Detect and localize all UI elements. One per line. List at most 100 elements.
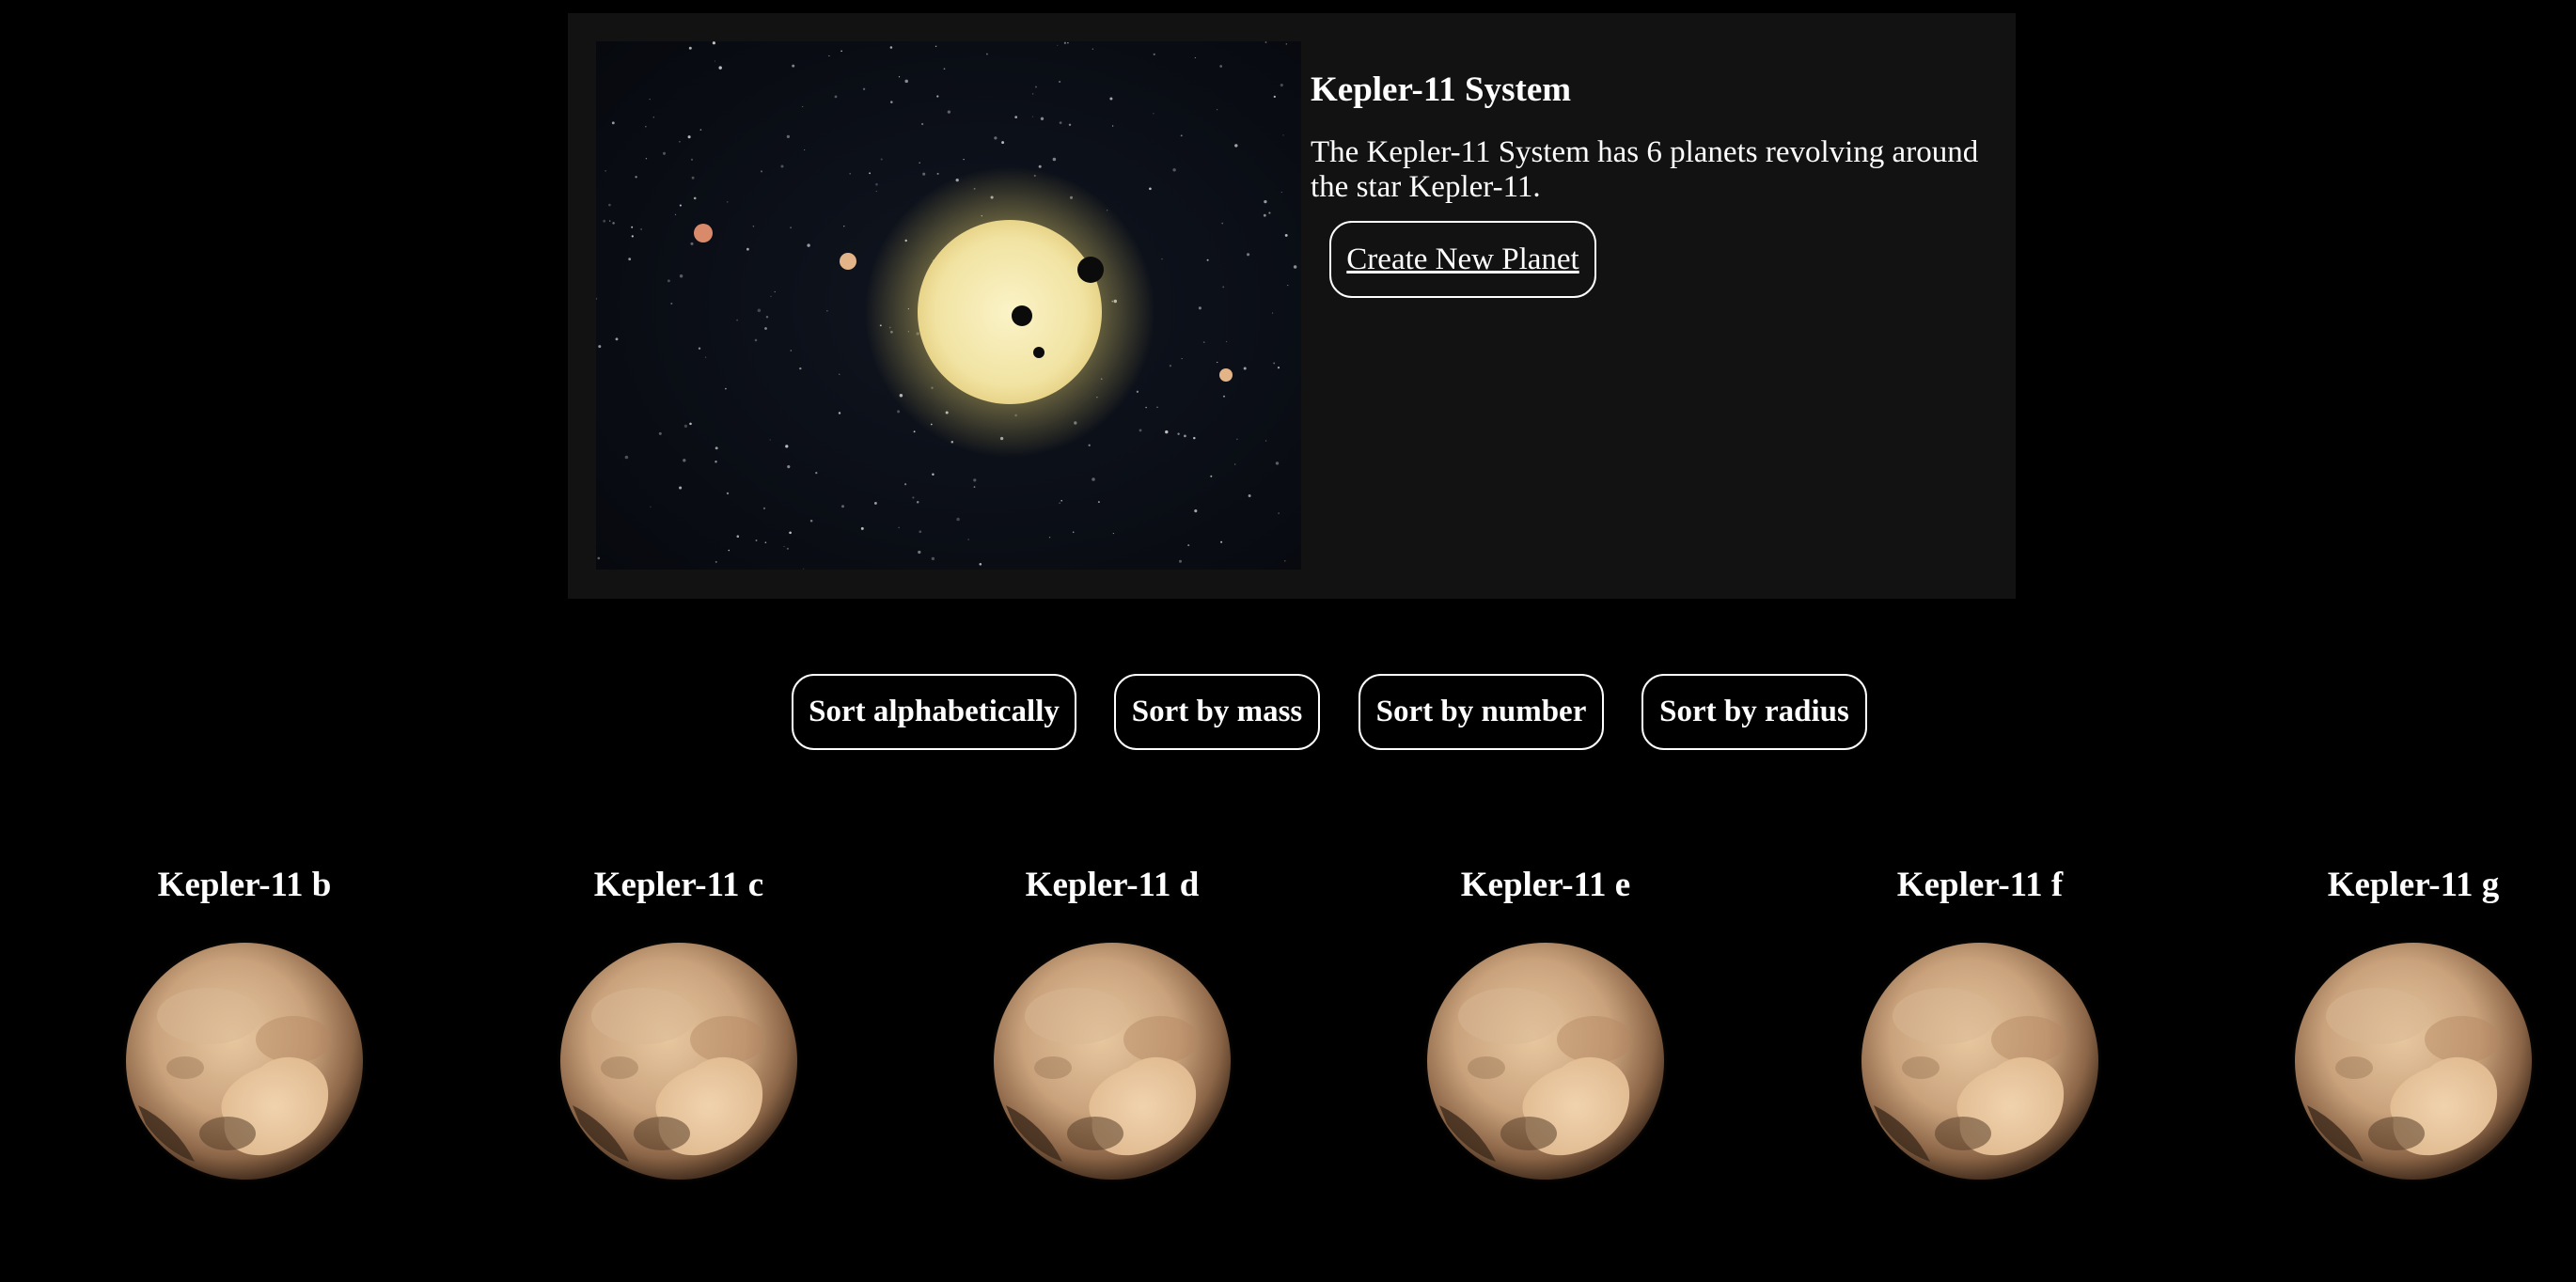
background-star <box>807 243 810 247</box>
background-star <box>640 228 642 230</box>
sort-by-mass-label: Sort by mass <box>1131 695 1303 728</box>
background-star <box>918 550 921 555</box>
background-star <box>726 492 730 495</box>
background-star <box>1278 512 1280 514</box>
sort-by-radius-button[interactable]: Sort by radius <box>1641 674 1867 750</box>
background-star <box>785 445 789 448</box>
background-star <box>841 505 844 508</box>
background-star <box>609 220 611 222</box>
background-star <box>890 101 893 103</box>
background-star <box>1273 362 1276 365</box>
background-star <box>931 556 935 561</box>
system-card: Kepler-11 System The Kepler-11 System ha… <box>568 13 2016 599</box>
sort-by-mass-button[interactable]: Sort by mass <box>1114 674 1320 750</box>
background-star <box>789 531 792 535</box>
create-new-planet-button[interactable]: Create New Planet <box>1329 221 1596 298</box>
background-star <box>1180 134 1183 137</box>
background-star <box>746 247 749 251</box>
background-star <box>1161 258 1163 260</box>
sort-alphabetically-label: Sort alphabetically <box>809 695 1060 728</box>
background-star <box>1282 134 1284 136</box>
background-star <box>898 76 901 78</box>
background-star <box>1111 125 1114 127</box>
background-star <box>1287 285 1289 287</box>
background-star <box>1059 502 1060 504</box>
background-star <box>712 41 715 45</box>
background-star <box>922 172 926 176</box>
background-star <box>1145 406 1147 409</box>
sort-by-number-button[interactable]: Sort by number <box>1359 674 1604 750</box>
background-star <box>1040 117 1045 120</box>
background-star <box>683 459 686 462</box>
background-star <box>834 95 838 99</box>
background-star <box>1088 444 1091 446</box>
background-star <box>679 486 683 490</box>
background-star <box>1165 430 1169 434</box>
background-star <box>715 560 717 563</box>
background-star <box>1179 559 1182 563</box>
background-star <box>838 412 841 414</box>
background-star <box>674 213 677 216</box>
background-star <box>849 172 852 175</box>
background-star <box>1219 65 1223 68</box>
background-star <box>1092 48 1094 50</box>
background-star <box>904 79 908 84</box>
background-star <box>985 53 988 55</box>
background-star <box>786 134 790 138</box>
planet-name: Kepler-11 c <box>593 866 764 904</box>
background-star <box>757 308 762 313</box>
background-star <box>1264 199 1267 204</box>
background-star <box>1153 53 1155 55</box>
background-star <box>1177 432 1180 435</box>
background-star <box>631 226 634 228</box>
background-star <box>1153 113 1154 115</box>
background-star <box>1112 533 1114 535</box>
background-star <box>1184 434 1186 438</box>
background-star <box>608 203 611 207</box>
background-star <box>1198 306 1202 310</box>
sort-by-number-label: Sort by number <box>1375 695 1587 728</box>
background-star <box>645 158 648 160</box>
background-star <box>762 507 766 510</box>
background-star <box>770 295 772 297</box>
background-star <box>635 176 637 179</box>
background-star <box>1272 312 1274 314</box>
background-star <box>597 556 601 560</box>
background-star <box>1149 187 1152 191</box>
background-star <box>774 290 776 293</box>
background-star <box>803 568 805 570</box>
background-star <box>649 98 651 101</box>
background-star <box>687 135 691 139</box>
background-star <box>645 126 647 128</box>
planet-image <box>988 937 1236 1185</box>
background-star <box>860 526 864 530</box>
background-star <box>1048 537 1051 539</box>
background-star <box>679 204 682 207</box>
background-star <box>919 530 922 534</box>
sort-alphabetically-button[interactable]: Sort alphabetically <box>792 674 1076 750</box>
background-star <box>690 158 694 161</box>
background-star <box>1206 258 1209 261</box>
background-star <box>979 562 982 566</box>
background-star <box>1187 544 1190 547</box>
background-star <box>973 478 977 482</box>
background-star <box>612 222 615 225</box>
background-star <box>1264 41 1267 43</box>
background-star <box>1236 438 1238 440</box>
background-star <box>936 172 939 175</box>
planet-name: Kepler-11 f <box>1896 866 2064 904</box>
background-star <box>1169 365 1172 367</box>
planet-name: Kepler-11 e <box>1460 866 1631 904</box>
background-star <box>1234 144 1238 148</box>
background-star <box>994 136 997 140</box>
background-star <box>1181 358 1183 360</box>
background-star <box>904 483 907 486</box>
background-star <box>1273 95 1276 99</box>
background-star <box>1234 463 1236 465</box>
background-star <box>1283 559 1286 562</box>
background-star <box>943 68 946 70</box>
background-star <box>840 50 842 53</box>
background-star <box>1092 477 1095 481</box>
sort-toolbar: Sort alphabetically Sort by mass Sort by… <box>0 674 2576 750</box>
background-star <box>1060 499 1062 502</box>
